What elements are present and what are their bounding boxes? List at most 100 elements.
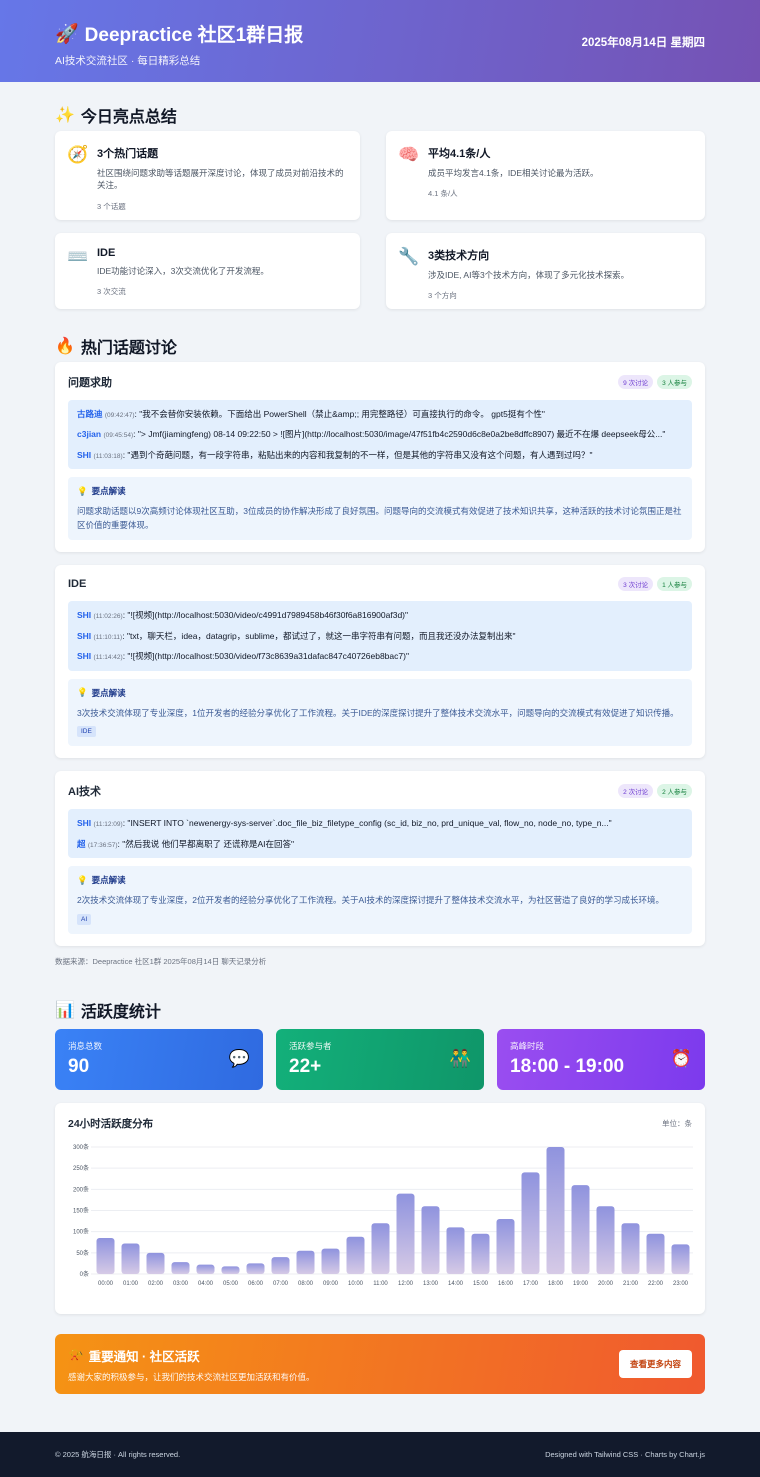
discussion-count-badge: 3 次讨论 bbox=[618, 577, 654, 592]
message-user[interactable]: SHI bbox=[77, 651, 91, 661]
activity-bar-0000[interactable] bbox=[96, 1237, 115, 1274]
message-item: SHI (11:02:26): "![视频](http://localhost:… bbox=[77, 608, 683, 622]
x-tick-label: 20:00 bbox=[598, 1281, 614, 1287]
horn-icon: 📯 bbox=[68, 1347, 84, 1362]
activity-bar-2300[interactable] bbox=[671, 1244, 690, 1274]
insight-box: 💡 要点解读 问题求助话题以9次高频讨论体现社区互助，3位成员的协作解决形成了良好… bbox=[68, 477, 692, 541]
footer-copyright: © 2025 航海日报 · All rights reserved. bbox=[55, 1449, 181, 1459]
message-user[interactable]: 古路迪 bbox=[77, 409, 103, 419]
activity-bar-0500[interactable] bbox=[221, 1266, 240, 1274]
message-item: 古路迪 (09:42:47): "我不会替你安装依赖。下面给出 PowerShe… bbox=[77, 407, 683, 421]
participant-count-badge: 2 人参与 bbox=[657, 784, 692, 799]
topic-tag[interactable]: IDE bbox=[77, 726, 96, 738]
activity-bar-2000[interactable] bbox=[596, 1206, 615, 1274]
x-tick-label: 04:00 bbox=[198, 1281, 214, 1287]
activity-bar-1600[interactable] bbox=[496, 1218, 515, 1274]
highlight-meta: 3 个话题 bbox=[97, 201, 126, 211]
activity-bar-1900[interactable] bbox=[571, 1184, 590, 1274]
discussion-count-badge: 9 次讨论 bbox=[618, 375, 654, 389]
report-header: 🚀 Deepractice 社区1群日报 AI技术交流社区 · 每日精彩总结 2… bbox=[0, 0, 760, 82]
y-tick-label: 0条 bbox=[80, 1270, 89, 1278]
stat-label: 高峰时段 bbox=[510, 1040, 545, 1051]
message-text: : "> Jmf(jiamingfeng) 08-14 09:22:50 > !… bbox=[133, 429, 666, 440]
highlight-meta: 4.1 条/人 bbox=[428, 189, 458, 199]
message-text: : "然后我说 他们早都离职了 还谎称是AI在回答" bbox=[117, 838, 295, 849]
rocket-icon: 🚀 bbox=[55, 23, 79, 45]
activity-bar-0700[interactable] bbox=[271, 1256, 290, 1274]
x-tick-label: 15:00 bbox=[473, 1281, 489, 1287]
activity-bar-1500[interactable] bbox=[471, 1233, 490, 1274]
message-text: : "遇到个奇葩问题，有一段字符串，粘贴出来的内容和我复制的不一样，但是其他的字… bbox=[122, 449, 593, 460]
bar-chart-icon: 📊 bbox=[55, 1002, 75, 1020]
message-time: (17:36:57) bbox=[87, 841, 118, 849]
lightbulb-icon: 💡 bbox=[77, 874, 88, 885]
activity-bar-1400[interactable] bbox=[446, 1227, 465, 1274]
topic-card-help: 问题求助 9 次讨论 3 人参与 古路迪 (09:42:47): "我不会替你安… bbox=[55, 362, 705, 553]
y-tick-label: 150条 bbox=[73, 1206, 89, 1214]
highlight-card-directions: 🔧 3类技术方向 涉及IDE, AI等3个技术方向，体现了多元化技术探索。 3 … bbox=[386, 233, 705, 309]
topics-section-title: 🔥 热门话题讨论 bbox=[55, 309, 705, 362]
activity-section-title: 📊 活跃度统计 bbox=[55, 967, 705, 1029]
activity-bar-1200[interactable] bbox=[396, 1193, 415, 1274]
message-user[interactable]: SHI bbox=[77, 450, 91, 460]
message-user[interactable]: 超 bbox=[77, 839, 86, 849]
activity-bar-0800[interactable] bbox=[296, 1250, 315, 1274]
activity-bar-2100[interactable] bbox=[621, 1222, 640, 1274]
message-time: (09:42:47) bbox=[104, 412, 135, 419]
x-tick-label: 12:00 bbox=[398, 1281, 414, 1287]
sparkles-icon: ✨ bbox=[55, 106, 75, 124]
message-user[interactable]: SHI bbox=[77, 631, 91, 641]
activity-bar-1700[interactable] bbox=[521, 1172, 540, 1274]
x-tick-label: 00:00 bbox=[98, 1281, 114, 1287]
message-user[interactable]: c3jian bbox=[77, 429, 101, 439]
message-text: : "![视频](http://localhost:5030/video/f73… bbox=[122, 651, 409, 662]
insight-label: 要点解读 bbox=[91, 486, 126, 497]
message-user[interactable]: SHI bbox=[77, 818, 91, 828]
activity-bar-1300[interactable] bbox=[421, 1206, 440, 1274]
message-user[interactable]: SHI bbox=[77, 610, 91, 620]
activity-bar-0200[interactable] bbox=[146, 1252, 165, 1274]
lightbulb-icon: 💡 bbox=[77, 687, 88, 698]
activity-bar-2200[interactable] bbox=[646, 1233, 665, 1274]
insight-text: 问题求助话题以9次高频讨论体现社区互助，3位成员的协作解决形成了良好氛围。问题导… bbox=[77, 506, 682, 530]
message-list: 古路迪 (09:42:47): "我不会替你安装依赖。下面给出 PowerShe… bbox=[68, 400, 692, 470]
activity-bar-0900[interactable] bbox=[321, 1248, 340, 1274]
highlights-section-title: ✨ 今日亮点总结 bbox=[55, 82, 705, 131]
activity-bar-0400[interactable] bbox=[196, 1264, 215, 1274]
message-text: : "INSERT INTO `newenergy-sys-server`.do… bbox=[122, 818, 612, 829]
insight-label: 要点解读 bbox=[91, 875, 126, 886]
insight-box: 💡 要点解读 3次技术交流体现了专业深度，1位开发者的经验分享优化了工作流程。关于… bbox=[68, 678, 692, 747]
activity-bar-0600[interactable] bbox=[246, 1263, 265, 1274]
topic-card-ai: AI技术 2 次讨论 2 人参与 SHI (11:12:09): "INSERT… bbox=[55, 771, 705, 946]
compass-icon: 🧭 bbox=[67, 145, 89, 164]
report-date: 2025年08月14日 星期四 bbox=[581, 37, 705, 49]
highlight-title: IDE bbox=[97, 247, 116, 259]
hourly-activity-chart-card: 24小时活跃度分布 单位：条 0条 50条 100条 150条 200条 250条 300条… bbox=[55, 1102, 705, 1314]
speech-bubble-icon: 💬 bbox=[228, 1048, 250, 1068]
activity-bar-0300[interactable] bbox=[171, 1261, 190, 1274]
activity-bar-0100[interactable] bbox=[121, 1243, 140, 1274]
topic-card-ide: IDE 3 次讨论 1 人参与 SHI (11:02:26): "![视频](h… bbox=[55, 565, 705, 759]
topic-tag[interactable]: AI bbox=[77, 913, 92, 925]
footer-credits: Designed with Tailwind CSS · Charts by C… bbox=[545, 1449, 705, 1459]
activity-bar-1800[interactable] bbox=[546, 1146, 565, 1274]
message-time: (09:45:54) bbox=[103, 432, 134, 440]
x-tick-label: 19:00 bbox=[573, 1281, 589, 1287]
activity-bar-1100[interactable] bbox=[371, 1222, 390, 1274]
notice-banner: 📯 重要通知 · 社区活跃 感谢大家的积极参与，让我们的技术交流社区更加活跃和有… bbox=[55, 1333, 705, 1394]
x-tick-label: 14:00 bbox=[448, 1281, 464, 1287]
stat-label: 活跃参与者 bbox=[289, 1040, 332, 1051]
message-item: SHI (11:12:09): "INSERT INTO `newenergy-… bbox=[77, 816, 683, 830]
message-time: (11:03:18) bbox=[93, 452, 123, 460]
brain-icon: 🧠 bbox=[398, 145, 420, 164]
stat-value: 22+ bbox=[289, 1055, 322, 1077]
message-text: : "txt，聊天栏，idea，datagrip，sublime，都试过了，就这… bbox=[122, 630, 516, 641]
x-tick-label: 08:00 bbox=[298, 1281, 314, 1287]
view-more-button[interactable]: 查看更多内容 bbox=[618, 1349, 692, 1378]
report-title-text: Deepractice 社区1群日报 bbox=[84, 25, 304, 46]
topics-title-text: 热门话题讨论 bbox=[80, 340, 177, 357]
activity-bar-1000[interactable] bbox=[346, 1236, 365, 1274]
highlight-card-topics: 🧭 3个热门话题 社区围绕问题求助等话题展开深度讨论，体现了成员对前沿技术的关注… bbox=[55, 131, 360, 220]
topic-name: IDE bbox=[68, 578, 87, 591]
hourly-activity-chart: 0条 50条 100条 150条 200条 250条 300条 00:00 01:00 02:00… bbox=[73, 1143, 693, 1287]
